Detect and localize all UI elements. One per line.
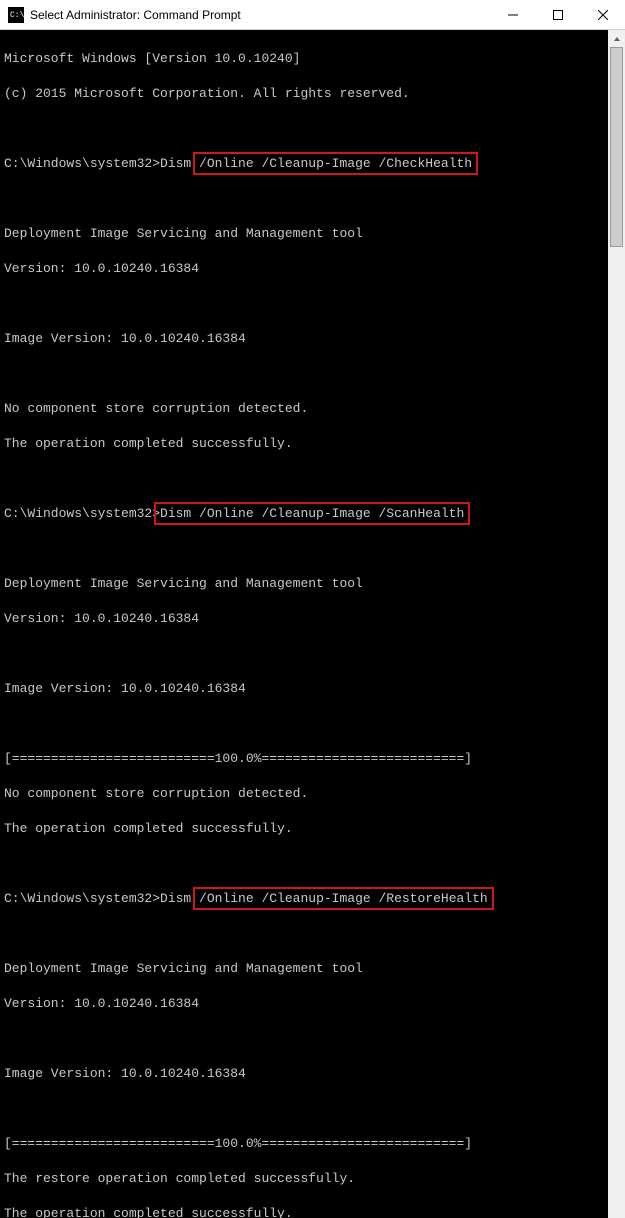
image-version-line: Image Version: 10.0.10240.16384 <box>4 1065 608 1083</box>
blank-line <box>4 715 608 733</box>
status-line: No component store corruption detected. <box>4 400 608 418</box>
restore-success-line: The restore operation completed successf… <box>4 1170 608 1188</box>
scrollbar-up-button[interactable] <box>608 30 625 47</box>
prompt-text: C:\Windows\system32> <box>4 891 160 906</box>
copyright-line: (c) 2015 Microsoft Corporation. All righ… <box>4 85 608 103</box>
vertical-scrollbar[interactable] <box>608 30 625 1218</box>
maximize-button[interactable] <box>535 0 580 30</box>
prompt-text: C:\Windows\system32> <box>4 156 160 171</box>
banner-line: Microsoft Windows [Version 10.0.10240] <box>4 50 608 68</box>
blank-line <box>4 1100 608 1118</box>
image-version-line: Image Version: 10.0.10240.16384 <box>4 680 608 698</box>
success-line: The operation completed successfully. <box>4 820 608 838</box>
tool-name-line: Deployment Image Servicing and Managemen… <box>4 960 608 978</box>
window-title: Select Administrator: Command Prompt <box>30 8 241 22</box>
blank-line <box>4 295 608 313</box>
blank-line <box>4 120 608 138</box>
svg-text:C:\: C:\ <box>10 11 24 20</box>
blank-line <box>4 645 608 663</box>
blank-line <box>4 855 608 873</box>
tool-name-line: Deployment Image Servicing and Managemen… <box>4 575 608 593</box>
highlighted-command-2: Dism /Online /Cleanup-Image /ScanHealth <box>154 502 470 526</box>
version-line: Version: 10.0.10240.16384 <box>4 995 608 1013</box>
tool-name-line: Deployment Image Servicing and Managemen… <box>4 225 608 243</box>
command-line-1: C:\Windows\system32>Dism /Online /Cleanu… <box>4 155 608 173</box>
minimize-button[interactable] <box>490 0 535 30</box>
success-line: The operation completed successfully. <box>4 1205 608 1218</box>
blank-line <box>4 1030 608 1048</box>
scrollbar-thumb[interactable] <box>610 47 623 247</box>
status-line: No component store corruption detected. <box>4 785 608 803</box>
scrollbar-track[interactable] <box>608 47 625 1218</box>
window-titlebar: C:\ Select Administrator: Command Prompt <box>0 0 625 30</box>
blank-line <box>4 190 608 208</box>
blank-line <box>4 540 608 558</box>
version-line: Version: 10.0.10240.16384 <box>4 260 608 278</box>
blank-line <box>4 925 608 943</box>
progress-bar-line: [==========================100.0%=======… <box>4 750 608 768</box>
highlighted-command-3: /Online /Cleanup-Image /RestoreHealth <box>193 887 494 911</box>
command-line-3: C:\Windows\system32>Dism /Online /Cleanu… <box>4 890 608 908</box>
command-line-2: C:\Windows\system32>Dism /Online /Cleanu… <box>4 505 608 523</box>
close-button[interactable] <box>580 0 625 30</box>
blank-line <box>4 470 608 488</box>
highlighted-command-1: /Online /Cleanup-Image /CheckHealth <box>193 152 478 176</box>
app-icon: C:\ <box>8 7 24 23</box>
image-version-line: Image Version: 10.0.10240.16384 <box>4 330 608 348</box>
progress-bar-line: [==========================100.0%=======… <box>4 1135 608 1153</box>
version-line: Version: 10.0.10240.16384 <box>4 610 608 628</box>
terminal-output[interactable]: Microsoft Windows [Version 10.0.10240] (… <box>0 30 608 1218</box>
blank-line <box>4 365 608 383</box>
success-line: The operation completed successfully. <box>4 435 608 453</box>
prompt-text: C:\Windows\system32> <box>4 506 160 521</box>
